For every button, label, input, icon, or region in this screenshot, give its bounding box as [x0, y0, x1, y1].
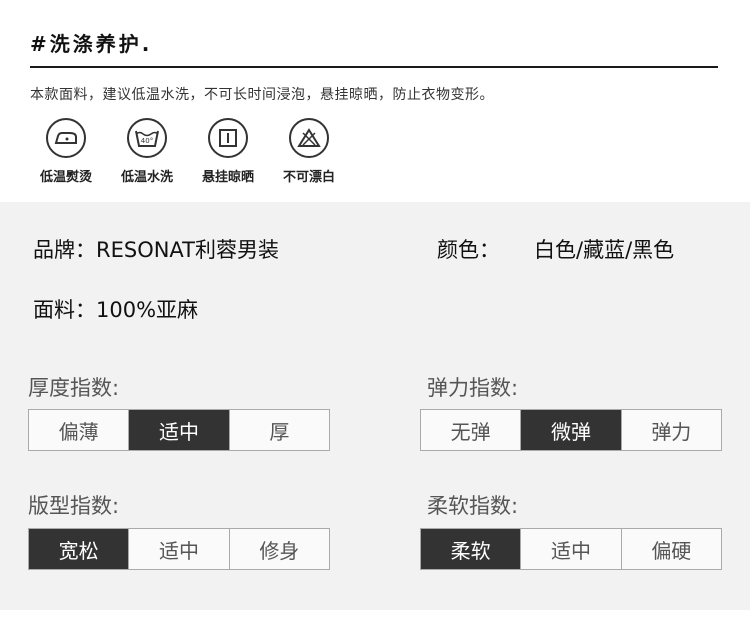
elasticity-index-title: 弹力指数:: [427, 376, 519, 400]
thickness-index-title: 厚度指数:: [28, 376, 120, 400]
thickness-scale: 偏薄 适中 厚: [28, 409, 330, 451]
fit-option-selected: 宽松: [29, 529, 130, 569]
brand-row: 品牌：RESONAT利蓉男装: [33, 234, 279, 264]
thickness-option: 偏薄: [29, 410, 130, 450]
color-row: 颜色： 白色/藏蓝/黑色: [437, 234, 674, 264]
wash-40-icon: 40°: [127, 118, 167, 158]
fit-index-title: 版型指数:: [28, 494, 120, 518]
care-icon-item: 低温熨烫: [26, 118, 106, 185]
elasticity-scale: 无弹 微弹 弹力: [420, 409, 722, 451]
title-divider: [30, 66, 718, 68]
fit-scale: 宽松 适中 修身: [28, 528, 330, 570]
softness-option: 适中: [521, 529, 622, 569]
fabric-row: 面料：100%亚麻: [33, 294, 198, 324]
brand-value: RESONAT利蓉男装: [96, 238, 279, 262]
iron-low-heat-icon: [46, 118, 86, 158]
elasticity-option: 无弹: [421, 410, 522, 450]
fit-option: 适中: [129, 529, 230, 569]
care-icon-item: 不可漂白: [269, 118, 349, 185]
care-description: 本款面料，建议低温水洗，不可长时间浸泡，悬挂晾晒，防止衣物变形。: [30, 87, 494, 103]
elasticity-option-selected: 微弹: [521, 410, 622, 450]
icon-label: 悬挂晾晒: [201, 170, 254, 185]
care-icon-item: 悬挂晾晒: [188, 118, 268, 185]
thickness-option: 厚: [269, 419, 290, 444]
color-value: 白色/藏蓝/黑色: [534, 238, 675, 262]
softness-option: 偏硬: [651, 538, 692, 563]
fit-option: 修身: [259, 538, 300, 563]
no-bleach-icon: [289, 118, 329, 158]
fabric-label: 面料：: [33, 298, 96, 322]
softness-option-selected: 柔软: [421, 529, 522, 569]
icon-label: 不可漂白: [282, 170, 335, 185]
thickness-option-selected: 适中: [129, 410, 230, 450]
icon-label: 低温水洗: [120, 170, 173, 185]
color-label: 颜色：: [437, 238, 500, 262]
care-section-title: #洗涤养护.: [30, 32, 153, 56]
icon-label: 低温熨烫: [39, 170, 92, 185]
elasticity-option: 弹力: [651, 419, 692, 444]
care-icon-item: 40° 低温水洗: [107, 118, 187, 185]
softness-scale: 柔软 适中 偏硬: [420, 528, 722, 570]
softness-index-title: 柔软指数:: [427, 494, 519, 518]
wash-temp-label: 40°: [141, 137, 153, 145]
brand-label: 品牌：: [33, 238, 96, 262]
fabric-value: 100%亚麻: [96, 298, 199, 322]
hang-dry-icon: [208, 118, 248, 158]
